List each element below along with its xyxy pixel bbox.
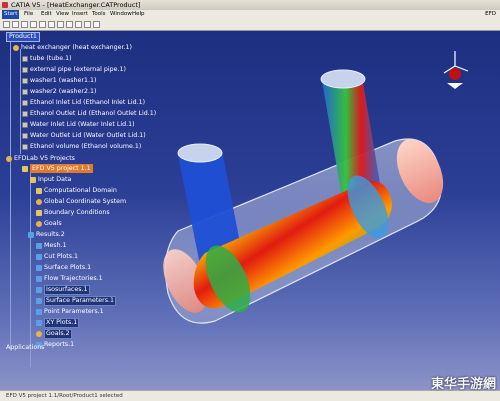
surface-plot-icon <box>36 265 42 271</box>
tree-item-part[interactable]: Ethanol Outlet Lid (Ethanol Outlet Lid.1… <box>30 109 156 118</box>
results-icon <box>28 232 34 238</box>
zoom-in-icon[interactable] <box>48 21 55 28</box>
part-icon <box>22 56 28 62</box>
efd-label: EFD <box>485 11 496 17</box>
window-title: CATIA V5 - [HeatExchanger.CATProduct] <box>11 1 141 9</box>
rotate-icon[interactable] <box>39 21 46 28</box>
tree-item-part[interactable]: washer1 (washer1.1) <box>30 76 96 85</box>
tree-item-input[interactable]: Goals <box>44 219 62 228</box>
part-icon <box>22 122 28 128</box>
part-icon <box>22 67 28 73</box>
tree-item-result[interactable]: Surface Parameters.1 <box>44 296 117 306</box>
tree-item-assembly[interactable]: heat exchanger (heat exchanger.1) <box>21 43 132 52</box>
folder-icon <box>30 177 36 183</box>
tree-item-project[interactable]: EFD V5 project 1.1 <box>30 164 93 173</box>
specification-tree: Product1 heat exchanger (heat exchanger.… <box>0 31 210 390</box>
normal-view-icon[interactable] <box>75 21 82 28</box>
point-param-icon <box>36 309 42 315</box>
trajectory-icon <box>36 276 42 282</box>
tree-item-input-data[interactable]: Input Data <box>38 175 71 184</box>
tree-item-result[interactable]: Isosurfaces.1 <box>44 285 90 295</box>
surface-param-icon <box>36 298 42 304</box>
tree-item-input[interactable]: Boundary Conditions <box>44 208 110 217</box>
outlet-port-top[interactable] <box>320 69 366 89</box>
menu-tools[interactable]: Tools <box>92 10 106 19</box>
coordinate-icon <box>36 199 42 205</box>
tree-item-part[interactable]: external pipe (external pipe.1) <box>30 65 126 74</box>
pan-icon[interactable] <box>30 21 37 28</box>
fit-all-icon[interactable] <box>66 21 73 28</box>
tree-item-input[interactable]: Computational Domain <box>44 186 117 195</box>
title-bar: CATIA V5 - [HeatExchanger.CATProduct] <box>0 0 500 10</box>
toolbar <box>0 19 500 31</box>
menu-file[interactable]: File <box>24 10 33 19</box>
tree-item-applications[interactable]: Applications <box>6 343 44 352</box>
isosurface-icon <box>36 287 42 293</box>
menu-edit[interactable]: Edit <box>41 10 52 19</box>
catia-app-icon <box>2 2 8 8</box>
tree-item-input[interactable]: Global Coordinate System <box>44 197 126 206</box>
part-icon <box>22 78 28 84</box>
assembly-icon <box>13 45 19 51</box>
menu-insert[interactable]: Insert <box>72 10 88 19</box>
compass-icon[interactable] <box>443 51 469 89</box>
tree-item-result[interactable]: Reports.1 <box>44 340 74 349</box>
tree-item-result[interactable]: Mesh.1 <box>44 241 67 250</box>
goals-icon <box>36 331 42 337</box>
xy-plot-icon <box>36 320 42 326</box>
part-icon <box>22 144 28 150</box>
menu-window[interactable]: Window <box>110 10 132 19</box>
tree-item-result[interactable]: Flow Trajectories.1 <box>44 274 103 283</box>
menu-view[interactable]: View <box>56 10 69 19</box>
projects-icon <box>6 156 12 162</box>
cut-plot-icon <box>36 254 42 260</box>
save-icon[interactable] <box>21 21 28 28</box>
tree-item-part[interactable]: washer2 (washer2.1) <box>30 87 96 96</box>
part-icon <box>22 89 28 95</box>
zoom-out-icon[interactable] <box>57 21 64 28</box>
tree-item-result[interactable]: Goals.2 <box>44 329 72 339</box>
mesh-icon <box>36 243 42 249</box>
shading-icon[interactable] <box>84 21 91 28</box>
tree-item-projects[interactable]: EFDLab V5 Projects <box>14 154 75 163</box>
tree-item-results[interactable]: Results.2 <box>36 230 65 239</box>
hide-show-icon[interactable] <box>93 21 100 28</box>
open-icon[interactable] <box>12 21 19 28</box>
part-icon <box>22 111 28 117</box>
project-icon <box>22 166 28 172</box>
tree-item-part[interactable]: tube (tube.1) <box>30 54 72 63</box>
part-icon <box>22 100 28 106</box>
tree-item-part[interactable]: Ethanol Inlet Lid (Ethanol Inlet Lid.1) <box>30 98 145 107</box>
3d-viewport[interactable]: Product1 heat exchanger (heat exchanger.… <box>0 31 500 390</box>
tree-item-part[interactable]: Ethanol volume (Ethanol volume.1) <box>30 142 141 151</box>
menu-start[interactable]: Start <box>2 10 20 19</box>
tree-item-part[interactable]: Water Inlet Lid (Water Inlet Lid.1) <box>30 120 135 129</box>
tree-item-result[interactable]: XY Plots.1 <box>44 318 80 328</box>
tree-item-result[interactable]: Point Parameters.1 <box>44 307 104 316</box>
boundary-icon <box>36 210 42 216</box>
tree-item-part[interactable]: Water Outlet Lid (Water Outlet Lid.1) <box>30 131 146 140</box>
domain-icon <box>36 188 42 194</box>
status-bar: EFD V5 project 1.1/Root/Product1 selecte… <box>0 390 500 401</box>
menu-help[interactable]: Help <box>132 10 145 19</box>
tree-item-result[interactable]: Cut Plots.1 <box>44 252 78 261</box>
tree-root-product1[interactable]: Product1 <box>6 32 40 42</box>
goals-icon <box>36 221 42 227</box>
new-icon[interactable] <box>3 21 10 28</box>
tree-item-result[interactable]: Surface Plots.1 <box>44 263 91 272</box>
watermark: 東华手游網 <box>430 377 496 392</box>
part-icon <box>22 133 28 139</box>
